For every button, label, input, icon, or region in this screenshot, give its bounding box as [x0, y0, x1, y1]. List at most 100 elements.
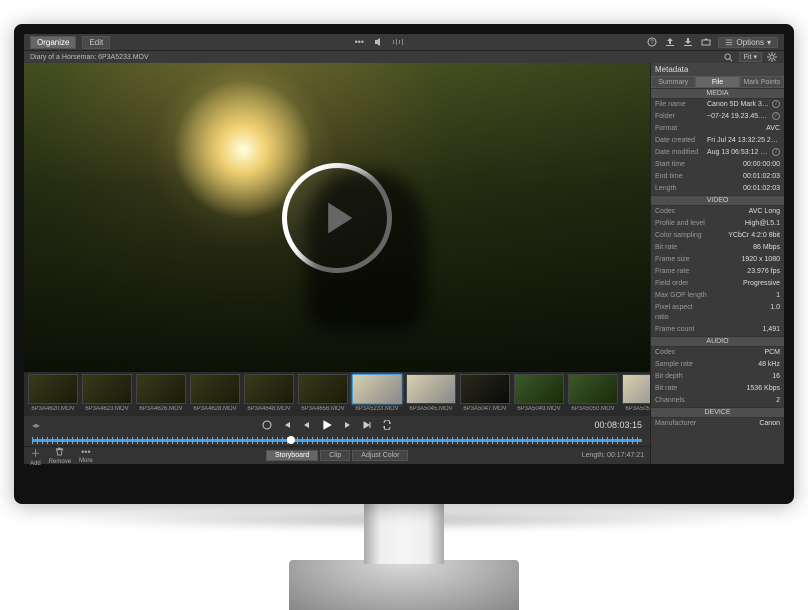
meta-key: Color sampling [655, 231, 707, 241]
thumbnail[interactable]: 6P3A4623.MOV [82, 374, 132, 414]
tab-edit[interactable]: Edit [82, 36, 110, 49]
search-icon[interactable] [723, 51, 735, 63]
thumbnail[interactable]: 6P3A4620.MOV [28, 374, 78, 414]
meta-row: Pixel aspect ratio1.0 [651, 302, 784, 324]
step-fwd-button[interactable] [341, 419, 353, 431]
play-overlay-button[interactable] [282, 163, 392, 273]
help-icon[interactable]: ? [646, 36, 658, 48]
thumbnail[interactable]: 6P3A5233.MOV [352, 374, 402, 414]
thumbnail-image [622, 374, 650, 404]
meta-row: Frame rate23.976 fps [651, 266, 784, 278]
trash-icon [55, 447, 64, 458]
meta-row: Max GOP length1 [651, 290, 784, 302]
plus-icon: ＋ [30, 445, 40, 460]
meta-row: Bit depth16 [651, 371, 784, 383]
storyboard-tab[interactable]: Storyboard [266, 450, 318, 461]
meta-key: Date created [655, 136, 707, 146]
tab-organize[interactable]: Organize [30, 36, 76, 49]
more-button[interactable]: •••More [79, 447, 93, 464]
thumbnail[interactable]: 6P3A4626.MOV [136, 374, 186, 414]
add-button[interactable]: ＋Add [30, 445, 41, 467]
meta-tab-file[interactable]: File [695, 76, 739, 88]
meta-row: Date createdFri Jul 24 13:32:25 2015 (-0… [651, 135, 784, 147]
remove-button[interactable]: Remove [49, 447, 71, 465]
info-icon[interactable]: i [772, 112, 780, 120]
meta-row: Date modifiedAug 13 06:53:12 2014 (-05:0… [651, 147, 784, 159]
meta-value: PCM [707, 348, 780, 358]
meta-row: Frame count1,491 [651, 324, 784, 336]
meta-key: Length [655, 184, 707, 194]
thumbnail-label: 6P3A5047.MOV [463, 406, 506, 412]
meta-key: Codec [655, 348, 707, 358]
meta-value: 86 Mbps [707, 243, 780, 253]
meta-row: Channels2 [651, 395, 784, 407]
meta-value: YCbCr 4:2:0 8bit [707, 231, 780, 241]
gear-icon[interactable] [766, 51, 778, 63]
loop-button[interactable] [381, 419, 393, 431]
thumbnail-label: 6P3A5050.MOV [571, 406, 614, 412]
stop-button[interactable] [261, 419, 273, 431]
meta-value: 2 [707, 396, 780, 406]
meta-key: Profile and level [655, 219, 707, 229]
upload-icon[interactable] [664, 36, 676, 48]
meta-value: 48 kHz [707, 360, 780, 370]
clip-tab[interactable]: Clip [320, 450, 350, 461]
thumbnail-image [406, 374, 456, 404]
adjust-color-tab[interactable]: Adjust Color [352, 450, 408, 461]
meta-key: Date modified [655, 148, 707, 158]
skip-back-button[interactable] [281, 419, 293, 431]
thumbnail-label: 6P3A5233.MOV [355, 406, 398, 412]
meta-key: Channels [655, 396, 707, 406]
step-back-button[interactable] [301, 419, 313, 431]
thumbnail-image [244, 374, 294, 404]
fit-dropdown[interactable]: Fit ▾ [739, 52, 762, 62]
volume-icon[interactable] [373, 36, 385, 48]
thumbnail[interactable]: 6P3A5049.MOV [514, 374, 564, 414]
info-icon[interactable]: i [772, 148, 780, 156]
meta-key: Bit depth [655, 372, 707, 382]
more-icon[interactable]: ••• [353, 36, 365, 48]
thumbnail-image [352, 374, 402, 404]
meta-tab-markpoints[interactable]: Mark Points [740, 76, 784, 88]
meta-key: Field order [655, 279, 707, 289]
meta-row: Field orderProgressive [651, 278, 784, 290]
meta-key: Frame size [655, 255, 707, 265]
timeline-playhead[interactable] [287, 436, 295, 444]
meta-key: Manufacturer [655, 419, 707, 429]
thumbnail-image [298, 374, 348, 404]
meta-row: Start time00:00:00:00 [651, 159, 784, 171]
video-preview[interactable] [24, 63, 650, 372]
thumbnail-label: 6P3A5051.MOV [625, 406, 650, 412]
meta-row: Folder~07-24 19.23.45.676/Canon 5D Mark … [651, 111, 784, 123]
thumbnail-label: 6P3A4626.MOV [139, 406, 182, 412]
timeline[interactable] [24, 434, 650, 446]
audio-meter [393, 39, 403, 45]
meta-value: 1 [707, 291, 780, 301]
thumbnail[interactable]: 6P3A5051.MOV [622, 374, 650, 414]
thumbnail-image [514, 374, 564, 404]
thumbnail[interactable]: 6P3A4648.MOV [244, 374, 294, 414]
meta-value: Fri Jul 24 13:32:25 2015 (-05:00) [707, 136, 780, 146]
play-button[interactable] [321, 419, 333, 431]
thumbnail[interactable]: 6P3A5050.MOV [568, 374, 618, 414]
thumbnail[interactable]: 6P3A4656.MOV [298, 374, 348, 414]
download-icon[interactable] [682, 36, 694, 48]
meta-key: Format [655, 124, 707, 134]
info-icon[interactable]: i [772, 100, 780, 108]
length-value: 00:17:47:21 [607, 452, 644, 459]
meta-key: Pixel aspect ratio [655, 303, 707, 323]
thumbnail[interactable]: 6P3A5045.MOV [406, 374, 456, 414]
meta-row: CodecAVC Long [651, 206, 784, 218]
share-icon[interactable] [700, 36, 712, 48]
options-dropdown[interactable]: Options▾ [718, 37, 778, 48]
meta-value: AVC Long [707, 207, 780, 217]
skip-fwd-button[interactable] [361, 419, 373, 431]
thumbnail[interactable]: 6P3A4628.MOV [190, 374, 240, 414]
meta-tab-summary[interactable]: Summary [651, 76, 695, 88]
thumbnail-label: 6P3A4656.MOV [301, 406, 344, 412]
thumbnail[interactable]: 6P3A5047.MOV [460, 374, 510, 414]
clip-title: Diary of a Horseman: 6P3A5233.MOV [30, 54, 723, 61]
meta-value: High@L5.1 [707, 219, 780, 229]
meta-row: Color samplingYCbCr 4:2:0 8bit [651, 230, 784, 242]
chevron-down-icon: ▾ [767, 38, 771, 47]
